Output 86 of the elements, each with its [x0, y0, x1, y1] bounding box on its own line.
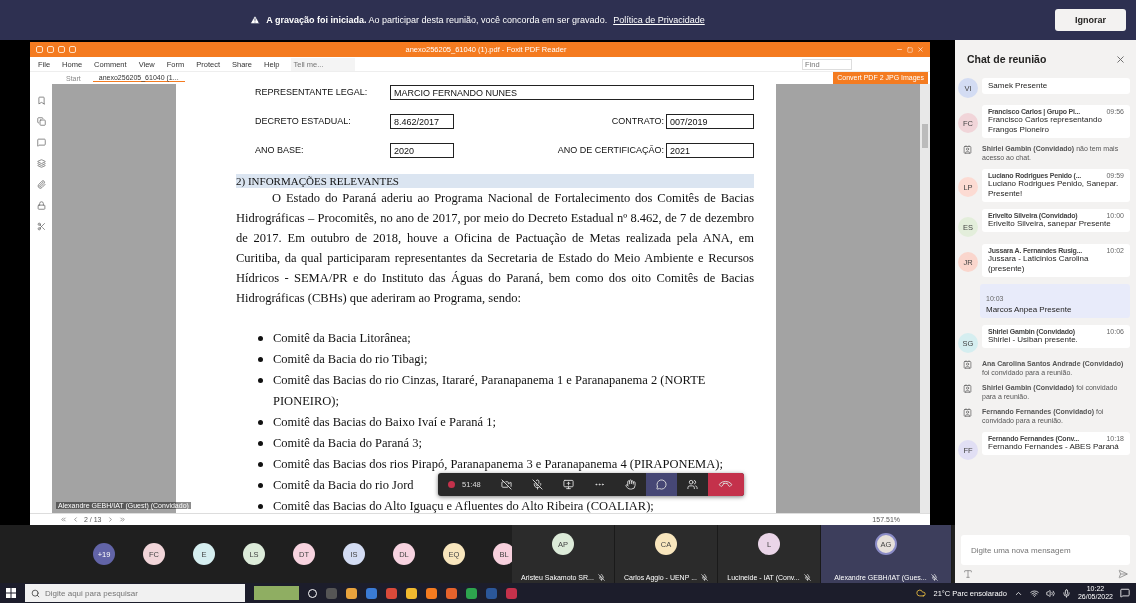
chat-title: Chat de reunião	[967, 53, 1047, 65]
close-icon	[917, 46, 924, 53]
taskbar-search-field[interactable]: Digite aqui para pesquisar	[25, 584, 245, 602]
paragraph: O Estado do Paraná aderiu ao Programa Nacional de Fortalecimento dos Comitês de Bacias Hidrográficas – Procomitês, no ano de 2017, por meio do Decreto Estadual nº 8.462, de 7 de dezembro de 2017. Em outubro de 2018, houve a Oficina de Pactuação de Metas realizada pela ANA, em Curitiba, da qual participaram representantes da Secretaria de Estado do Meio Ambiente e Recursos Hídricos - SEMA/PR e do Instituto das Águas do Paraná, bem como dos oito Comitês de Bacias Hidrográficas (CBHs) que aderiram ao Programa, sendo:	[236, 190, 754, 307]
contact-card-icon	[963, 384, 972, 393]
volume-icon[interactable]	[1045, 588, 1055, 598]
message-text: Erivelto Silveira, sanepar Presente	[988, 219, 1112, 229]
message-text: Fernando Fernandes - ABES Paraná	[988, 442, 1120, 452]
section-heading: 2) INFORMAÇÕES RELEVANTES	[236, 174, 754, 188]
layers-icon	[36, 159, 46, 168]
message-text: Samek Presente	[988, 81, 1049, 91]
maximize-icon	[907, 46, 913, 53]
bullet-icon	[258, 336, 263, 341]
scrollbar-thumb	[922, 124, 928, 148]
field-label: DECRETO ESTADUAL:	[255, 116, 351, 126]
notifications-icon[interactable]	[1120, 588, 1130, 598]
message-text: Luciano Rodrigues Penido, Sanepar. Presente!	[988, 179, 1120, 199]
bullet-icon	[258, 441, 263, 446]
list-item: Comitê das Bacias do Baixo Ivaí e Paraná 1;	[273, 414, 496, 431]
bullet-icon	[258, 420, 263, 425]
field-value: 8.462/2017	[390, 113, 454, 129]
contact-card-icon	[963, 408, 972, 417]
mic-icon[interactable]	[1061, 588, 1071, 598]
minimize-icon	[896, 46, 903, 53]
mic-off-icon	[597, 574, 605, 581]
people-icon	[686, 479, 698, 490]
close-icon[interactable]	[1115, 53, 1126, 65]
mic-off-icon	[803, 574, 811, 581]
contact-card-icon	[963, 360, 972, 369]
bullet-icon	[258, 483, 263, 488]
field-value: 2021	[666, 142, 754, 158]
field-value: MARCIO FERNANDO NUNES	[390, 84, 754, 100]
bullet-icon	[258, 504, 263, 509]
camera-off-icon	[500, 479, 512, 490]
privacy-policy-link[interactable]: Política de Privacidade	[613, 15, 705, 25]
landscape-picture	[254, 586, 299, 600]
comment-icon	[36, 138, 46, 147]
field-label: CONTRATO:	[611, 116, 664, 126]
app-icon[interactable]	[366, 587, 377, 599]
mic-off-icon	[531, 479, 543, 490]
message-text: Marcos Anpea Presente	[986, 305, 1073, 315]
message-input[interactable]: Digite uma nova mensagem	[961, 535, 1130, 565]
share-screen-icon	[562, 479, 574, 490]
chat-button[interactable]	[645, 473, 677, 496]
field-label: REPRESENTANTE LEGAL:	[255, 87, 368, 97]
list-item: Comitê da Bacia Litorânea;	[273, 330, 411, 347]
field-value: 2020	[390, 142, 454, 158]
field-label: ANO BASE:	[255, 145, 304, 155]
app-icon[interactable]	[346, 587, 357, 599]
field-label: ANO DE CERTIFICAÇÃO:	[557, 145, 664, 155]
scissors-icon	[36, 222, 46, 231]
mic-off-icon	[930, 574, 938, 581]
message-text: Jussara - Laticinios Carolina (presente)	[988, 254, 1090, 274]
mic-off-icon	[701, 574, 708, 581]
app-icon[interactable]	[386, 587, 397, 599]
weather-icon	[916, 588, 927, 598]
app-icon[interactable]	[426, 587, 437, 599]
hang-up-button[interactable]	[707, 473, 744, 496]
list-item: Comitê da Bacia do Paraná 3;	[273, 435, 422, 452]
list-item: Comitê das Bacias dos rios Pirapó, Paranapanema 3 e Paranapanema 4 (PIRAPONEMA);	[273, 456, 723, 473]
message-text: Shirlei - Usiban presente.	[988, 335, 1079, 345]
warning-icon	[250, 15, 261, 25]
app-icon[interactable]	[466, 587, 477, 599]
list-item: Comitê das Bacias do rio Cinzas, Itararé, Paranapanema 1 e Paranapanema 2 (NORTE PIONEIRO);	[273, 372, 707, 410]
windows-icon[interactable]	[6, 588, 16, 598]
recording-notice: A gravação foi iniciada. Ao participar desta reunião, você concorda em ser gravado.	[266, 15, 608, 25]
field-value: 007/2019	[666, 113, 754, 129]
list-item: Comitê da Bacia do rio Tibagi;	[273, 351, 428, 368]
bookmark-icon	[36, 96, 46, 105]
lock-icon	[36, 201, 46, 210]
ignore-button[interactable]: Ignorar	[1055, 9, 1126, 31]
attachment-icon	[36, 180, 46, 189]
contact-card-icon	[963, 145, 972, 154]
list-item: Comitê das Bacias do Alto Iguaçu e Afluentes do Alto Ribeira (COALIAR);	[273, 498, 654, 513]
bullet-icon	[258, 357, 263, 362]
list-item: Comitê da Bacia do rio Jord	[273, 477, 414, 494]
network-icon[interactable]	[1029, 588, 1039, 598]
bullet-icon	[258, 378, 263, 383]
bullet-icon	[258, 462, 263, 467]
pages-icon	[36, 117, 46, 126]
app-icon[interactable]	[446, 587, 457, 599]
chat-icon	[655, 479, 667, 490]
app-icon	[36, 46, 43, 53]
app-icon[interactable]	[406, 587, 417, 599]
hand-icon	[624, 479, 636, 490]
message-text: Francisco Carlos representando Frangos Pioneiro	[988, 115, 1103, 135]
